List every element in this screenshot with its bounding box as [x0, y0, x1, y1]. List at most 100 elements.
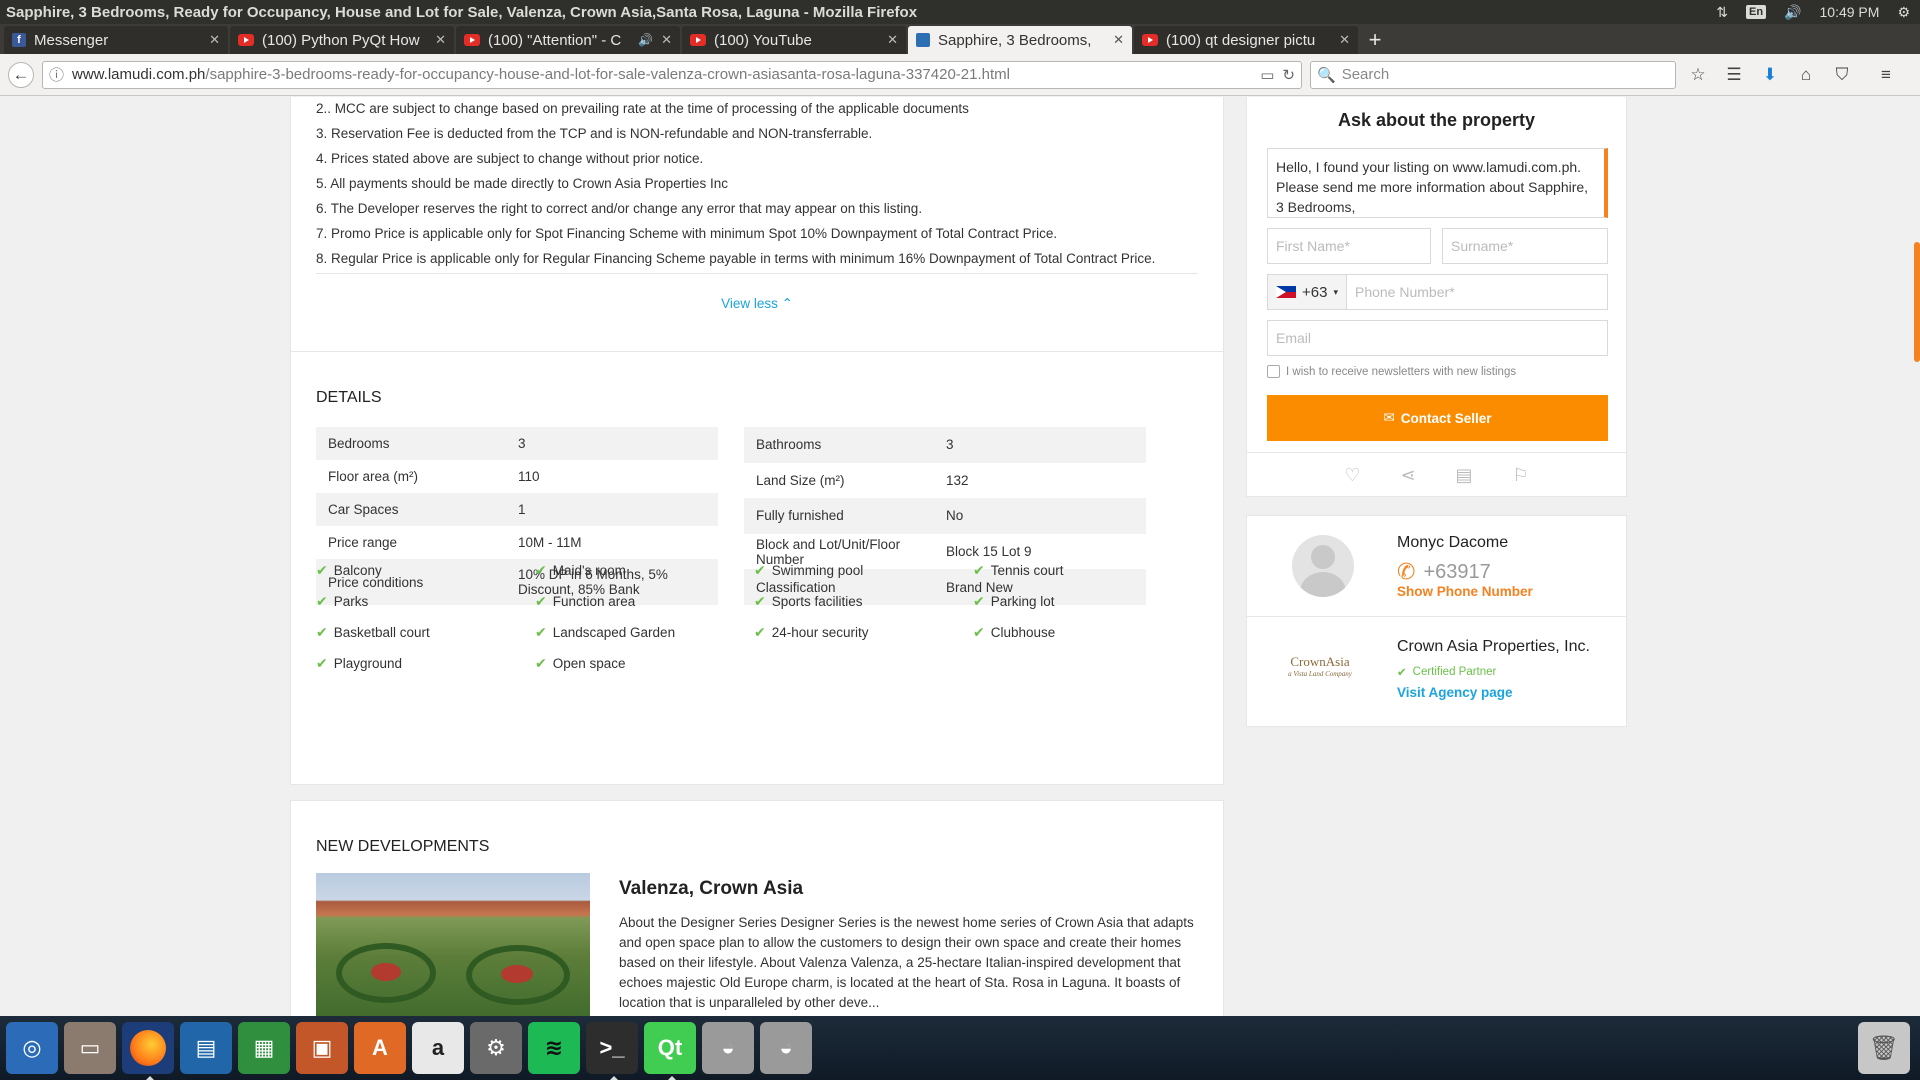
network-icon[interactable]: ⇅	[1716, 4, 1728, 21]
keyboard-layout-indicator[interactable]: En	[1746, 5, 1767, 19]
country-code-select[interactable]: +63 ▾	[1268, 275, 1347, 309]
close-icon[interactable]: ✕	[661, 32, 672, 48]
tab-label: (100) qt designer pictu	[1166, 31, 1316, 49]
heart-icon[interactable]: ♡	[1344, 465, 1360, 486]
gear-icon[interactable]: ⚙	[1897, 4, 1910, 21]
checkmark-icon: ✔	[535, 593, 547, 609]
tab-sapphire-listing[interactable]: Sapphire, 3 Bedrooms, ✕	[908, 26, 1132, 54]
first-name-field[interactable]: First Name*	[1267, 228, 1431, 264]
reload-icon[interactable]: ↻	[1282, 66, 1295, 84]
agent-phone: ✆ +63917	[1397, 559, 1491, 585]
scrollbar-thumb[interactable]	[1914, 242, 1920, 362]
amenity-item: ✔ Swimming pool	[754, 555, 973, 586]
software-center-icon[interactable]: A	[354, 1022, 406, 1074]
bookmarks-list-icon[interactable]: ☰	[1720, 65, 1748, 85]
tab-python-pyqt[interactable]: (100) Python PyQt How ✕	[230, 26, 454, 54]
tab-label: Messenger	[34, 31, 109, 49]
settings-icon[interactable]: ⚙	[470, 1022, 522, 1074]
checkmark-icon: ✔	[535, 562, 547, 578]
new-tab-button[interactable]: +	[1360, 26, 1390, 54]
amazon-icon[interactable]: a	[412, 1022, 464, 1074]
first-name-placeholder: First Name*	[1276, 238, 1350, 254]
contact-seller-button[interactable]: ✉ Contact Seller	[1267, 395, 1608, 441]
newsletter-option[interactable]: I wish to receive newsletters with new l…	[1267, 365, 1516, 378]
close-icon[interactable]: ✕	[1339, 32, 1350, 48]
amenity-item: ✔ Clubhouse	[973, 617, 1192, 648]
agency-logo[interactable]: CrownAsia a Vista Land Company	[1280, 655, 1360, 680]
message-textarea[interactable]: Hello, I found your listing on www.lamud…	[1267, 148, 1608, 218]
qt-creator-icon[interactable]: Qt	[644, 1022, 696, 1080]
caret-down-icon: ▾	[1333, 286, 1338, 297]
clock[interactable]: 10:49 PM	[1820, 4, 1880, 20]
drive2-icon[interactable]: ◒	[760, 1022, 812, 1074]
bookmark-star-icon[interactable]: ☆	[1684, 65, 1712, 85]
detail-key: Floor area (m²)	[328, 469, 419, 484]
table-row: Floor area (m²) 110	[316, 460, 718, 493]
spotify-icon[interactable]: ≋	[528, 1022, 580, 1074]
detail-value: 1	[506, 493, 718, 526]
volume-icon[interactable]: 🔊	[1784, 4, 1801, 21]
divider	[1247, 616, 1626, 617]
writer-icon[interactable]: ▤	[180, 1022, 232, 1074]
amenity-item: ✔ Playground	[316, 648, 535, 679]
tab-attention[interactable]: (100) "Attention" - C 🔊 ✕	[456, 26, 680, 54]
search-input[interactable]: 🔍 Search	[1310, 60, 1676, 89]
email-field[interactable]: Email	[1267, 320, 1608, 356]
url-text[interactable]: www.lamudi.com.ph/sapphire-3-bedrooms-re…	[72, 66, 1252, 83]
firefox-icon[interactable]	[122, 1022, 174, 1080]
note-item: 3. Reservation Fee is deducted from the …	[316, 126, 873, 141]
page-content[interactable]: 2.. MCC are subject to change based on p…	[0, 97, 1920, 1016]
inquiry-form-card: Ask about the property Hello, I found yo…	[1246, 97, 1627, 497]
close-icon[interactable]: ✕	[209, 32, 220, 48]
url-bar[interactable]: ⓘ www.lamudi.com.ph/sapphire-3-bedrooms-…	[42, 60, 1302, 89]
amenity-label: Maid's room	[552, 563, 626, 578]
download-icon[interactable]: ⬇	[1756, 65, 1784, 85]
calc-icon[interactable]: ▦	[238, 1022, 290, 1074]
close-icon[interactable]: ✕	[1113, 32, 1124, 48]
share-icon[interactable]: ⋖	[1400, 465, 1415, 486]
checkmark-icon: ✔	[535, 624, 547, 640]
amenity-item: ✔ Basketball court	[316, 617, 535, 648]
visit-agency-link[interactable]: Visit Agency page	[1397, 685, 1513, 700]
ubuntu-dash-icon[interactable]: ◎	[6, 1022, 58, 1074]
philippines-flag-icon	[1276, 286, 1296, 298]
checkmark-icon: ✔	[754, 562, 766, 578]
impress-icon[interactable]: ▣	[296, 1022, 348, 1074]
pocket-icon[interactable]: ⛉	[1828, 65, 1856, 85]
home-icon[interactable]: ⌂	[1792, 65, 1820, 85]
flag-icon[interactable]: ⚐	[1513, 465, 1529, 486]
view-less-link[interactable]: View less ⌃	[291, 296, 1223, 312]
drive-icon[interactable]: ◒	[702, 1022, 754, 1074]
terminal-icon[interactable]: >_	[586, 1022, 638, 1080]
close-icon[interactable]: ✕	[887, 32, 898, 48]
info-icon[interactable]: ⓘ	[49, 64, 64, 85]
youtube-icon	[690, 34, 706, 46]
search-placeholder: Search	[1341, 66, 1390, 83]
amenity-label: Landscaped Garden	[552, 625, 676, 640]
tab-messenger[interactable]: f Messenger ✕	[4, 26, 228, 54]
detail-key: Land Size (m²)	[756, 472, 845, 488]
development-title[interactable]: Valenza, Crown Asia	[619, 878, 803, 900]
chevron-up-icon: ⌃	[781, 296, 793, 311]
speaker-icon[interactable]: 🔊	[638, 33, 653, 47]
trash-icon[interactable]: 🗑	[1858, 1022, 1910, 1074]
amenity-item: ✔ Parking lot	[973, 586, 1192, 617]
back-button[interactable]: ←	[8, 61, 34, 88]
checkmark-icon: ✔	[316, 655, 328, 671]
tab-label: (100) YouTube	[714, 31, 812, 49]
close-icon[interactable]: ✕	[435, 32, 446, 48]
hamburger-menu-icon[interactable]: ≡	[1872, 65, 1900, 85]
phone-field[interactable]: +63 ▾ Phone Number*	[1267, 274, 1608, 310]
show-phone-number-link[interactable]: Show Phone Number	[1397, 584, 1533, 599]
new-developments-heading: NEW DEVELOPMENTS	[316, 838, 490, 855]
newsletter-checkbox[interactable]	[1267, 365, 1280, 378]
files-icon[interactable]: ▭	[64, 1022, 116, 1074]
tab-qt-designer[interactable]: (100) qt designer pictu ✕	[1134, 26, 1358, 54]
surname-field[interactable]: Surname*	[1442, 228, 1608, 264]
checkmark-icon: ✔	[316, 562, 328, 578]
tab-youtube[interactable]: (100) YouTube ✕	[682, 26, 906, 54]
development-photo[interactable]	[316, 873, 590, 1016]
reader-view-icon[interactable]: ▭	[1260, 66, 1274, 84]
url-path: /sapphire-3-bedrooms-ready-for-occupancy…	[205, 66, 1010, 83]
print-icon[interactable]: ▤	[1456, 465, 1473, 486]
